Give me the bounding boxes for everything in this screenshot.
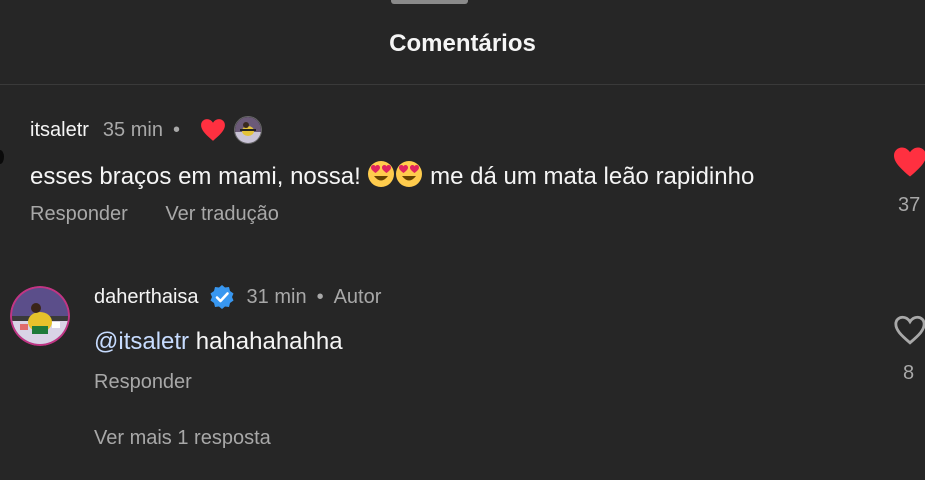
like-count: 37 [898, 194, 921, 216]
comment-meta: itsaletr 35 min • [30, 116, 262, 144]
comment-time: 35 min [102, 118, 163, 141]
avatar[interactable] [10, 286, 70, 346]
comment-text: esses braços em mami, nossa! me dá um ma… [30, 160, 754, 191]
creator-avatar-icon [233, 116, 262, 144]
avatar-edge [0, 150, 4, 164]
comment-actions: Responder Ver tradução [30, 203, 311, 226]
reply-time: 31 min [246, 285, 307, 308]
comment-username[interactable]: itsaletr [30, 119, 89, 142]
comment-text-part2: me dá um mata leão rapidinho [423, 163, 755, 190]
reply-meta: daherthaisa 31 min • Autor [94, 284, 381, 310]
creator-heart-icon [201, 119, 225, 141]
like-heart-icon[interactable] [892, 146, 925, 178]
header-divider [0, 84, 925, 85]
see-translation-button[interactable]: Ver tradução [165, 203, 278, 225]
meta-separator: • [172, 118, 180, 141]
reply-text: @itsaletr hahahahahha [94, 328, 343, 356]
drag-handle[interactable] [391, 0, 468, 4]
comments-sheet: Comentários itsaletr 35 min • esses braç… [0, 0, 925, 480]
author-label: Autor [333, 285, 382, 308]
heart-eyes-emoji-icon [396, 161, 423, 187]
reply-button[interactable]: Responder [94, 371, 192, 394]
comment-text-part1: esses braços em mami, nossa! [30, 163, 368, 190]
mention-link[interactable]: @itsaletr [94, 328, 189, 355]
reply-username[interactable]: daherthaisa [94, 286, 199, 309]
reply-text-body: hahahahahha [189, 328, 343, 355]
view-more-replies-button[interactable]: Ver mais 1 resposta [94, 427, 271, 450]
like-count: 8 [903, 362, 915, 384]
verified-badge-icon [210, 285, 234, 309]
meta-separator: • [316, 285, 324, 308]
like-heart-outline-icon[interactable] [893, 314, 925, 346]
heart-eyes-emoji-icon [368, 161, 395, 187]
page-title: Comentários [389, 30, 536, 57]
reply-button[interactable]: Responder [30, 203, 128, 225]
